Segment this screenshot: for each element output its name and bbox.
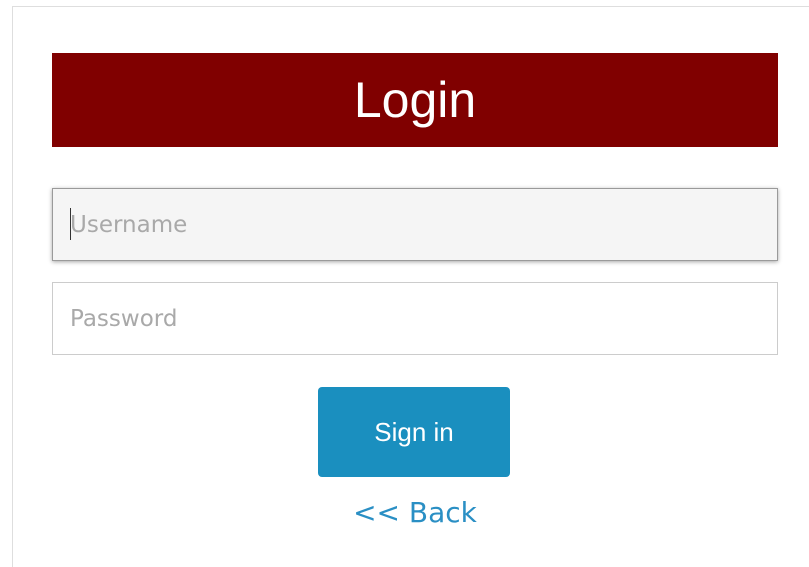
text-cursor [70, 208, 71, 240]
page-title: Login [353, 72, 477, 128]
login-header: Login [52, 53, 778, 147]
sign-in-button[interactable]: Sign in [318, 387, 510, 477]
password-input[interactable] [52, 282, 778, 355]
back-link[interactable]: << Back [0, 496, 809, 529]
username-input[interactable] [52, 188, 778, 261]
